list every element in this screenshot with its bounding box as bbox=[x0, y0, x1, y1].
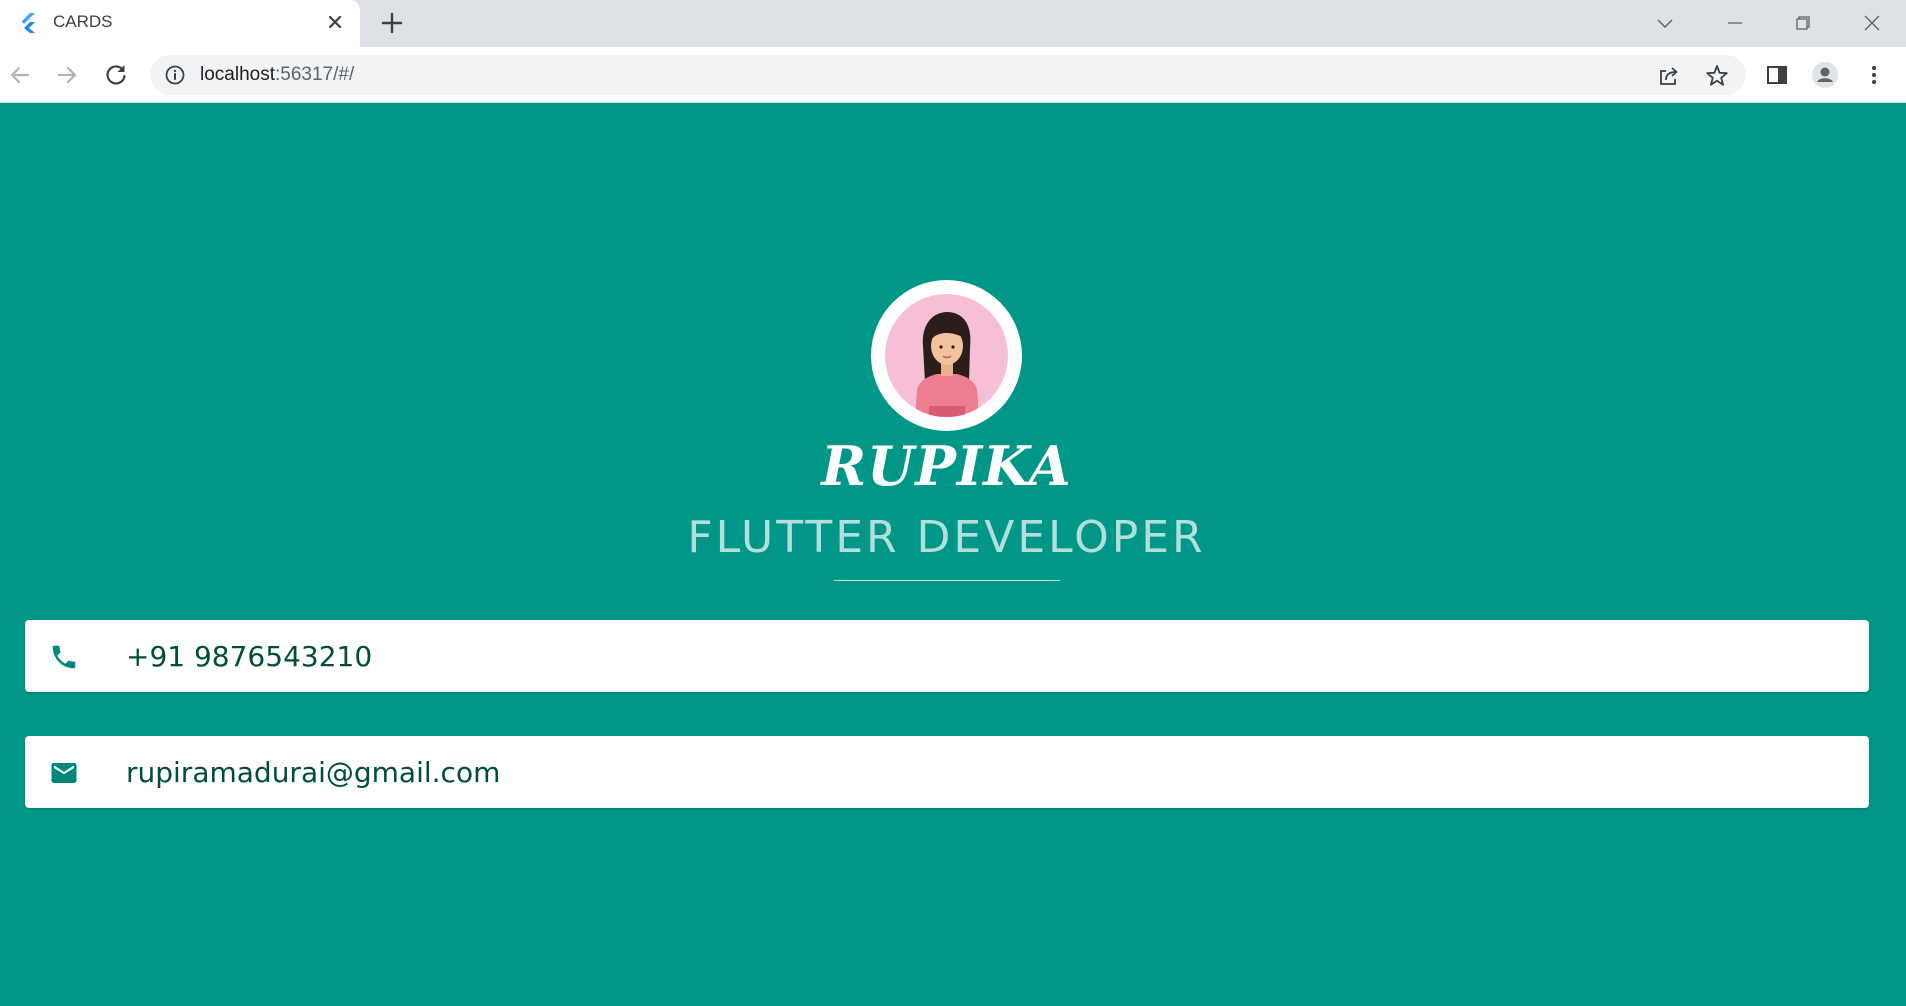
star-icon[interactable] bbox=[1704, 63, 1730, 89]
mail-icon bbox=[51, 763, 77, 783]
url-host: localhost bbox=[200, 64, 275, 85]
profile-icon[interactable] bbox=[1811, 61, 1839, 89]
divider bbox=[834, 580, 1060, 581]
window-close-icon[interactable] bbox=[1855, 6, 1889, 40]
tab-cards[interactable]: CARDS bbox=[0, 0, 360, 47]
flutter-icon bbox=[21, 13, 35, 33]
sidepanel-icon[interactable] bbox=[1763, 61, 1791, 89]
avatar-ring bbox=[871, 280, 1022, 431]
plus-icon[interactable] bbox=[378, 9, 406, 37]
menu-icon[interactable] bbox=[1860, 61, 1888, 89]
phone-number: +91 9876543210 bbox=[126, 640, 373, 673]
address-bar[interactable]: localhost:56317/#/ bbox=[150, 55, 1746, 95]
phone-card[interactable]: +91 9876543210 bbox=[25, 620, 1869, 692]
profile-name: RUPIKA bbox=[821, 434, 1072, 498]
info-icon[interactable] bbox=[164, 64, 186, 86]
forward-icon[interactable] bbox=[53, 61, 81, 89]
avatar-illustration bbox=[915, 312, 979, 417]
back-icon[interactable] bbox=[6, 61, 34, 89]
chevron-down-icon[interactable] bbox=[1648, 6, 1682, 40]
tab-title: CARDS bbox=[53, 12, 113, 31]
avatar bbox=[885, 294, 1008, 417]
phone-icon bbox=[52, 645, 76, 669]
close-icon[interactable] bbox=[323, 10, 347, 34]
share-icon[interactable] bbox=[1656, 63, 1682, 89]
profile-role: FLUTTER DEVELOPER bbox=[687, 512, 1206, 563]
email-address: rupiramadurai@gmail.com bbox=[126, 756, 501, 789]
minimize-icon[interactable] bbox=[1718, 6, 1752, 40]
restore-icon[interactable] bbox=[1786, 6, 1820, 40]
url-path: :56317/#/ bbox=[275, 64, 355, 85]
browser-toolbar: localhost:56317/#/ bbox=[0, 47, 1906, 103]
reload-icon[interactable] bbox=[102, 61, 130, 89]
url-text[interactable]: localhost:56317/#/ bbox=[200, 64, 354, 86]
email-card[interactable]: rupiramadurai@gmail.com bbox=[25, 736, 1869, 808]
tab-strip: CARDS bbox=[0, 0, 1906, 47]
page-content: RUPIKA FLUTTER DEVELOPER +91 9876543210 … bbox=[0, 104, 1906, 1006]
